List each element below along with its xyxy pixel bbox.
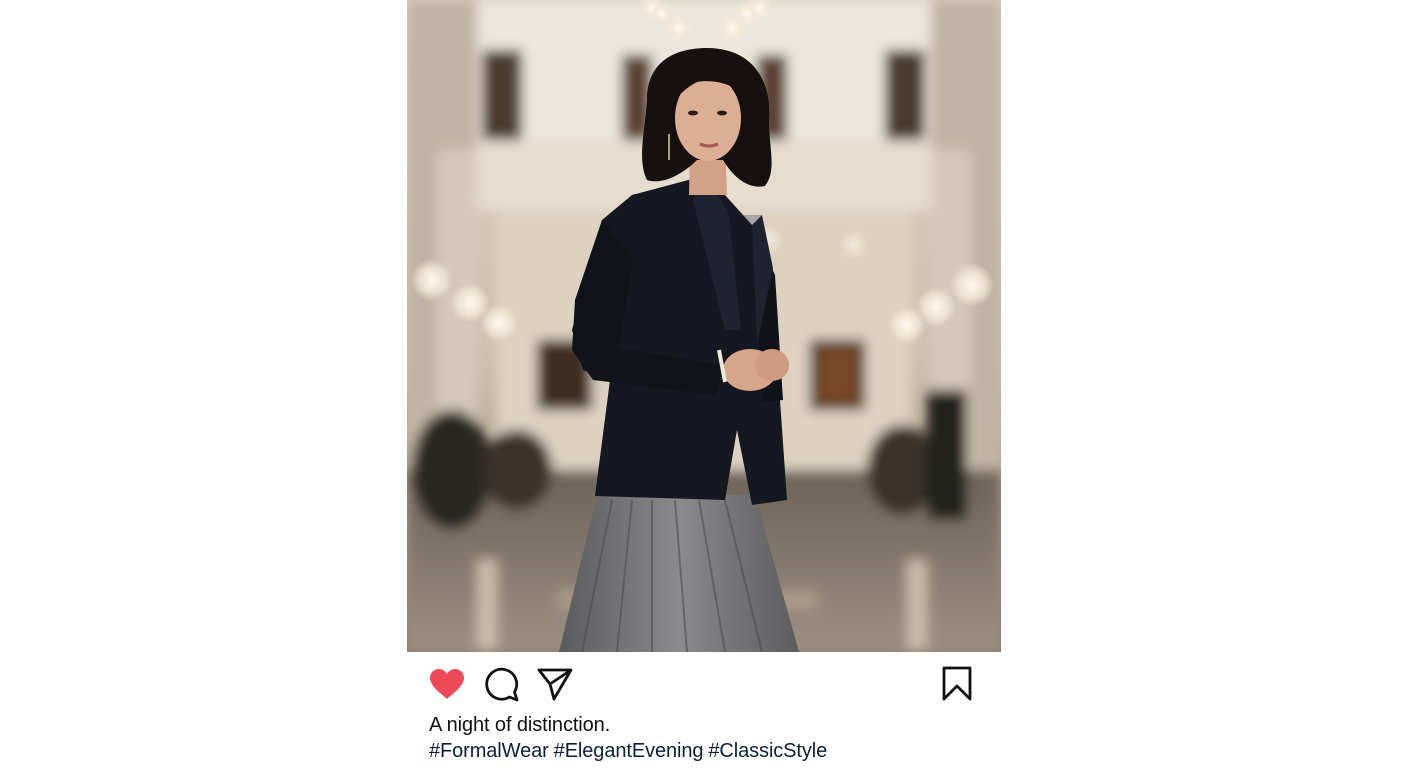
post-caption: A night of distinction. #FormalWear #Eleg… [429,712,989,764]
caption-text: A night of distinction. [429,714,611,736]
paper-plane-icon [537,668,573,701]
comment-button[interactable] [481,666,521,702]
heart-icon [430,669,464,699]
share-button[interactable] [535,666,575,702]
hashtag-link[interactable]: #ElegantEvening [554,740,704,762]
hashtag-link[interactable]: #ClassicStyle [708,740,827,762]
like-button[interactable] [427,666,467,702]
post-photo[interactable] [407,0,1001,652]
comment-bubble-icon [485,667,519,702]
save-button[interactable] [937,666,977,702]
hashtag-link[interactable]: #FormalWear [429,740,549,762]
post-photo-illustration [407,0,1001,652]
bookmark-icon [942,666,972,701]
post-card: A night of distinction. #FormalWear #Eleg… [407,0,1001,768]
hashtag-list: #FormalWear #ElegantEvening #ClassicStyle [429,738,989,764]
post-actions-bar [407,652,1001,716]
